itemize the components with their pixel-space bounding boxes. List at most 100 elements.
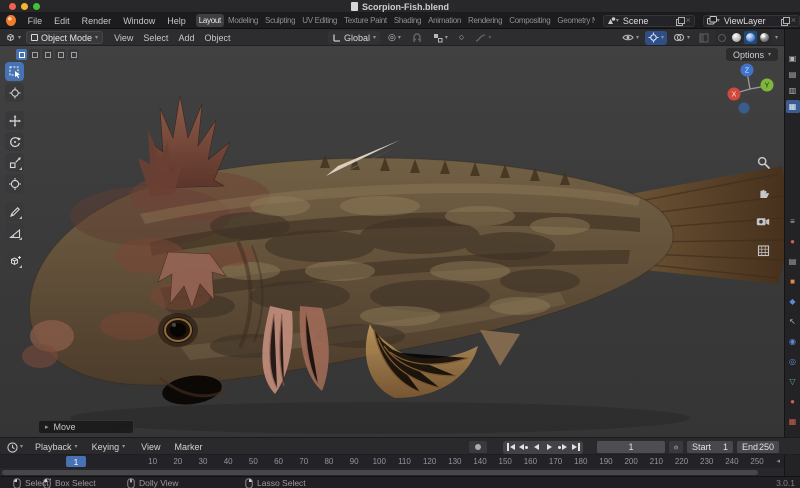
transform-orientation-dropdown[interactable]: Global ▾: [328, 31, 380, 44]
shading-rendered-button[interactable]: [758, 31, 771, 44]
snap-toggle[interactable]: [409, 31, 425, 45]
scene-selector[interactable]: ▾ Scene ×: [603, 15, 695, 27]
viewport-menu-item[interactable]: Select: [138, 33, 173, 43]
workspace-tab[interactable]: Compositing: [506, 14, 553, 27]
next-keyframe-button[interactable]: [556, 442, 569, 453]
select-mode-set[interactable]: [16, 49, 27, 60]
workspace-tab[interactable]: Animation: [425, 14, 464, 27]
select-mode-subtract[interactable]: [42, 49, 53, 60]
properties-tab[interactable]: ◆: [786, 295, 800, 308]
close-window-button[interactable]: [9, 3, 16, 10]
timeline-menu[interactable]: View: [134, 442, 167, 452]
workspace-tab[interactable]: Sculpting: [262, 14, 298, 27]
workspace-tab[interactable]: Layout: [196, 14, 224, 27]
overlays-dropdown[interactable]: ▾: [670, 31, 693, 45]
workspace-tab[interactable]: Modeling: [225, 14, 261, 27]
viewlayer-selector[interactable]: ▾ ViewLayer ×: [703, 15, 800, 27]
new-scene-icon[interactable]: [676, 17, 683, 24]
horizontal-scrollbar[interactable]: [2, 470, 758, 475]
shading-wireframe-button[interactable]: [716, 31, 729, 44]
menubar-item[interactable]: Render: [76, 16, 118, 26]
properties-tab[interactable]: ●: [786, 235, 800, 248]
proportional-editing-toggle[interactable]: ○: [456, 31, 467, 45]
pan-hand-icon[interactable]: [757, 186, 770, 199]
blender-logo-icon[interactable]: [6, 15, 16, 26]
shading-material-button[interactable]: [744, 31, 757, 44]
preview-range-button[interactable]: [669, 441, 683, 453]
playhead-frame-indicator[interactable]: 1: [66, 456, 86, 467]
zoom-window-button[interactable]: [33, 3, 40, 10]
properties-tab[interactable]: ▣: [786, 52, 800, 65]
shading-solid-button[interactable]: [730, 31, 743, 44]
properties-tab[interactable]: ◎: [786, 355, 800, 368]
properties-tab[interactable]: ▤: [786, 255, 800, 268]
properties-tab[interactable]: ◉: [786, 335, 800, 348]
viewport-menu-item[interactable]: View: [109, 33, 138, 43]
workspace-tab[interactable]: UV Editing: [299, 14, 340, 27]
menubar-item[interactable]: Window: [117, 16, 161, 26]
minimize-window-button[interactable]: [21, 3, 28, 10]
gizmo-toggle-dropdown[interactable]: ▾: [645, 31, 667, 45]
tool-scale[interactable]: [5, 153, 24, 172]
play-reverse-button[interactable]: [530, 442, 543, 453]
properties-tab[interactable]: ▥: [786, 84, 800, 97]
tool-annotate[interactable]: [5, 202, 24, 221]
select-mode-extend[interactable]: [29, 49, 40, 60]
play-button[interactable]: [543, 442, 556, 453]
object-visibility-dropdown[interactable]: ▾: [619, 31, 642, 45]
properties-tab[interactable]: ▦: [786, 100, 800, 113]
navigation-gizmo[interactable]: Z X Y: [726, 60, 776, 116]
workspace-tab[interactable]: Rendering: [465, 14, 505, 27]
unlink-scene-icon[interactable]: ×: [686, 16, 691, 25]
select-mode-intersect[interactable]: [68, 49, 79, 60]
editor-type-button[interactable]: ▾: [2, 31, 24, 45]
auto-keying-button[interactable]: [469, 441, 487, 453]
scorpion-fish-model[interactable]: [0, 46, 784, 437]
properties-tab[interactable]: ●: [786, 395, 800, 408]
snap-settings-dropdown[interactable]: ▾: [430, 31, 451, 45]
current-frame-field[interactable]: 1: [597, 441, 665, 453]
tool-transform[interactable]: [5, 174, 24, 193]
remove-viewlayer-icon[interactable]: ×: [791, 16, 796, 25]
workspace-tab[interactable]: Texture Paint: [341, 14, 390, 27]
menubar-item[interactable]: Help: [161, 16, 192, 26]
menubar-item[interactable]: Edit: [48, 16, 76, 26]
properties-tab[interactable]: ↖: [786, 315, 800, 328]
jump-to-start-button[interactable]: [504, 442, 517, 453]
last-operator-panel[interactable]: ▸ Move: [38, 420, 134, 434]
frame-start-field[interactable]: Start 1: [687, 441, 733, 453]
tool-measure[interactable]: [5, 223, 24, 242]
jump-to-end-button[interactable]: [569, 442, 582, 453]
tool-add-cube[interactable]: [5, 251, 24, 270]
properties-tab[interactable]: ≡: [786, 215, 800, 228]
new-viewlayer-icon[interactable]: [781, 17, 788, 24]
3d-viewport[interactable]: Options ▾ Z X Y ▸ Move: [0, 46, 784, 437]
timeline-menu[interactable]: Keying▾: [85, 442, 133, 452]
workspace-tab[interactable]: Geometry Nodes: [554, 14, 594, 27]
mode-dropdown[interactable]: Object Mode ▾: [26, 31, 103, 44]
zoom-icon[interactable]: [757, 156, 770, 169]
tool-rotate[interactable]: [5, 132, 24, 151]
camera-view-icon[interactable]: [756, 216, 770, 227]
properties-tab[interactable]: ▽: [786, 375, 800, 388]
timeline-menu[interactable]: Marker: [167, 442, 209, 452]
properties-tab[interactable]: ▤: [786, 68, 800, 81]
xray-toggle[interactable]: [696, 31, 712, 45]
properties-tab[interactable]: ▦: [786, 415, 800, 428]
menubar-item[interactable]: File: [22, 16, 49, 26]
tool-move[interactable]: [5, 111, 24, 130]
timeline-menu[interactable]: Playback▾: [28, 442, 85, 452]
previous-keyframe-button[interactable]: [517, 442, 530, 453]
tool-cursor[interactable]: [5, 83, 24, 102]
timeline-editor-type-button[interactable]: ▾: [4, 440, 26, 454]
select-mode-invert[interactable]: [55, 49, 66, 60]
properties-tab[interactable]: ■: [786, 275, 800, 288]
viewport-menu-item[interactable]: Object: [199, 33, 235, 43]
pivot-point-dropdown[interactable]: ◎ ▾: [385, 31, 404, 45]
frame-end-field[interactable]: End 250: [737, 441, 779, 453]
scroll-left-icon[interactable]: ◂: [776, 457, 780, 465]
workspace-tab[interactable]: Shading: [391, 14, 424, 27]
viewport-menu-item[interactable]: Add: [173, 33, 199, 43]
proportional-falloff-dropdown[interactable]: ▾: [472, 31, 494, 45]
timeline-ruler[interactable]: 1 10203040506070809010011012013014015016…: [0, 455, 784, 468]
